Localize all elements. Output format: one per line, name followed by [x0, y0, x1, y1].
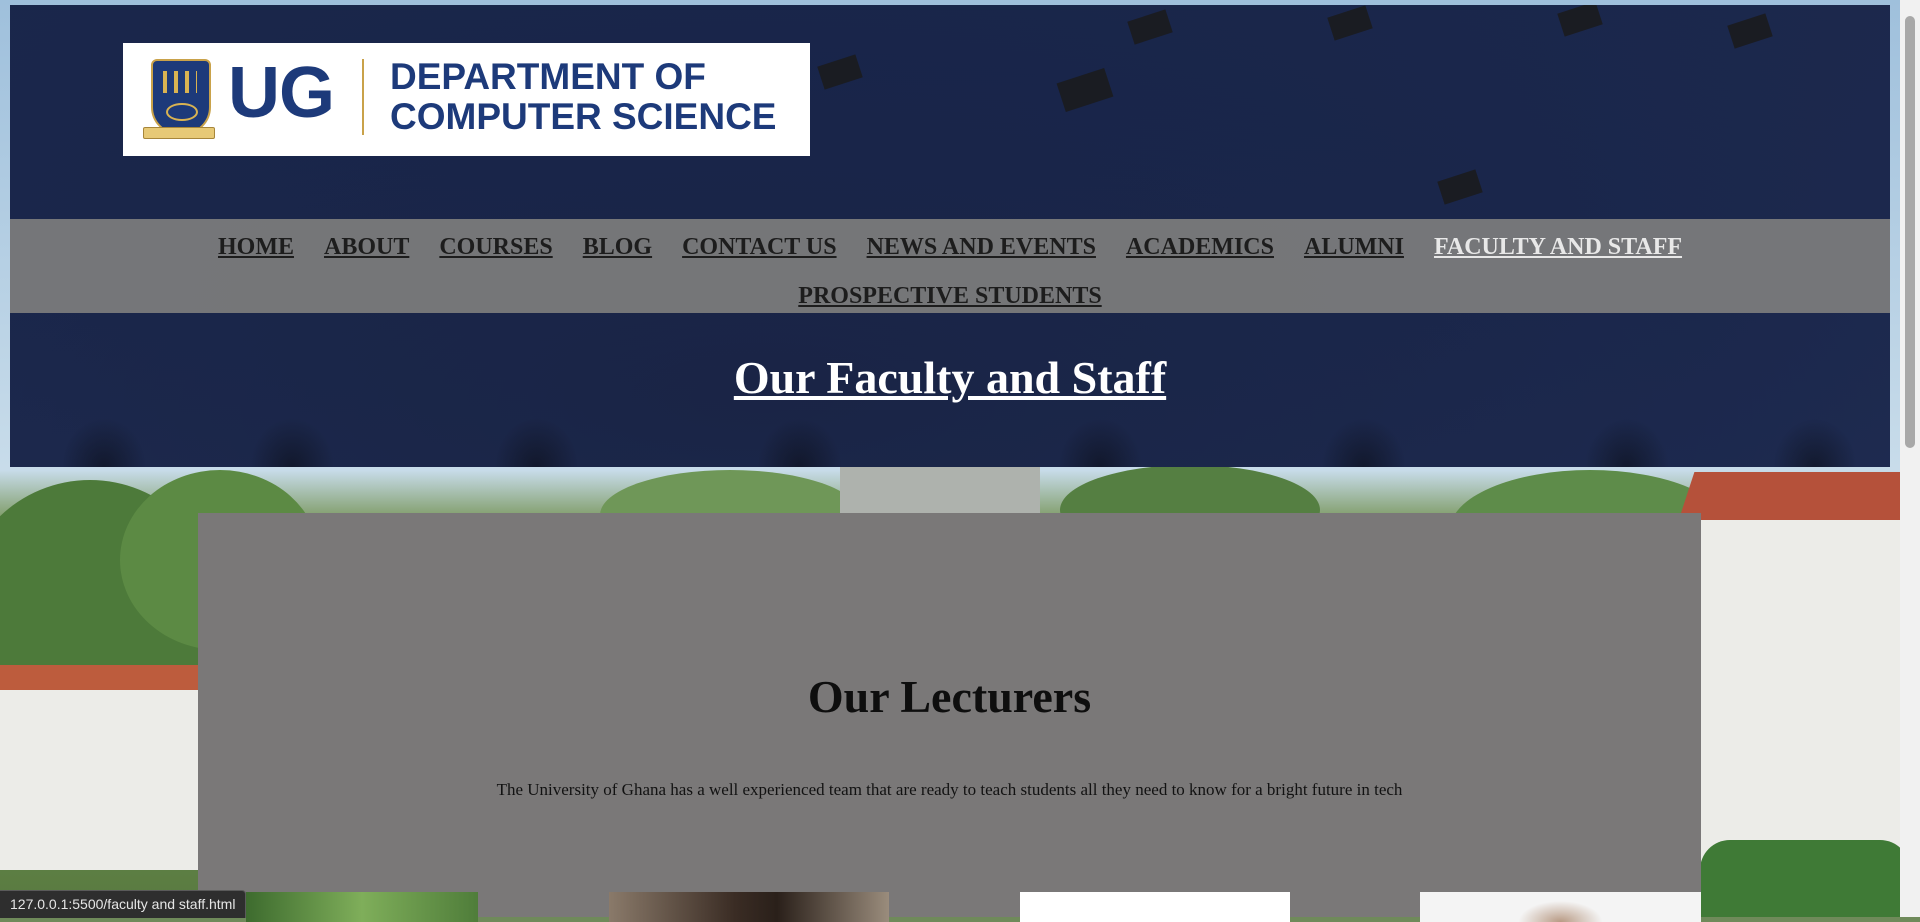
logo-text-line2: COMPUTER SCIENCE	[390, 96, 777, 137]
lecturers-description: The University of Ghana has a well exper…	[496, 780, 1403, 799]
nav-courses[interactable]: COURSES	[439, 224, 552, 271]
nav-news-and-events[interactable]: NEWS AND EVENTS	[867, 224, 1096, 271]
nav-alumni[interactable]: ALUMNI	[1304, 224, 1404, 271]
logo-text: DEPARTMENT OF COMPUTER SCIENCE	[390, 57, 776, 137]
page-title: Our Faculty and Staff	[733, 352, 1167, 403]
lecturer-photo-3	[1020, 892, 1290, 922]
department-logo[interactable]: UG DEPARTMENT OF COMPUTER SCIENCE	[123, 43, 810, 156]
nav-about[interactable]: ABOUT	[324, 224, 409, 271]
lecturers-title: Our Lecturers	[807, 671, 1092, 722]
nav-contact-us[interactable]: CONTACT US	[682, 224, 836, 271]
university-crest-icon	[151, 59, 211, 135]
nav-prospective-students[interactable]: PROSPECTIVE STUDENTS	[798, 273, 1101, 320]
lecturer-photo-4	[1420, 892, 1701, 922]
nav-blog[interactable]: BLOG	[583, 224, 652, 271]
main-navigation: HOME ABOUT COURSES BLOG CONTACT US NEWS AND E…	[10, 219, 1890, 313]
nav-academics[interactable]: ACADEMICS	[1126, 224, 1274, 271]
logo-divider	[362, 59, 364, 135]
logo-text-line1: DEPARTMENT OF	[390, 56, 706, 97]
scrollbar-thumb[interactable]	[1905, 16, 1915, 448]
lecturer-photo-1	[246, 892, 478, 922]
page-scrollbar[interactable]	[1900, 0, 1920, 917]
nav-faculty-and-staff[interactable]: FACULTY AND STAFF	[1434, 224, 1682, 271]
crest-ribbon-icon	[143, 127, 215, 139]
link-status-bar: 127.0.0.1:5500/faculty and staff.html	[0, 890, 247, 918]
logo-mark: UG	[228, 53, 335, 133]
lecturers-section: Our Lecturers The University of Ghana ha…	[198, 513, 1701, 922]
lecturer-photo-2	[609, 892, 889, 922]
nav-home[interactable]: HOME	[218, 224, 294, 271]
site-header: UG DEPARTMENT OF COMPUTER SCIENCE HOME AB…	[10, 5, 1890, 467]
